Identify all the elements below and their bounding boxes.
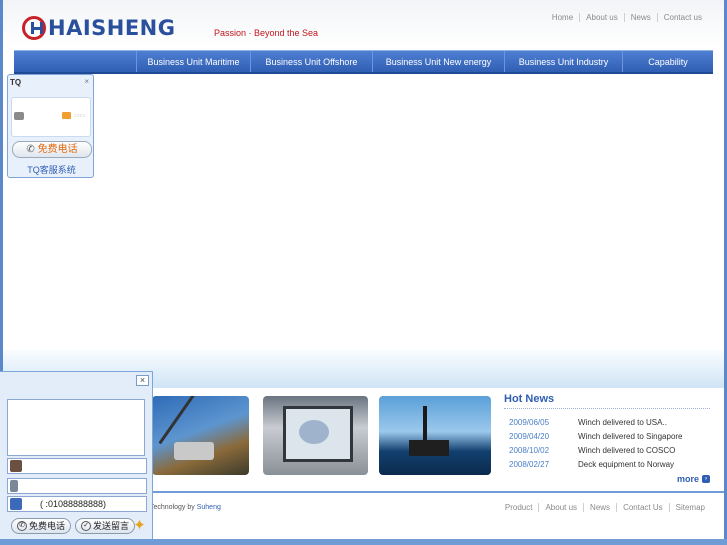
top-link-home[interactable]: Home: [546, 13, 579, 22]
news-title[interactable]: Winch delivered to USA..: [578, 416, 667, 430]
footer-link-contact[interactable]: Contact Us: [616, 503, 669, 512]
message-icon[interactable]: ▭▭: [74, 112, 85, 119]
credit-prefix: Technology by: [150, 504, 195, 511]
phone-icon: ✆: [26, 144, 35, 155]
tq-panel: ▭▭: [11, 97, 91, 137]
free-call-label: 免费电话: [37, 144, 78, 155]
mobile-icon: [10, 480, 18, 492]
footer-link-product[interactable]: Product: [499, 503, 539, 512]
news-title[interactable]: Deck equipment to Norway: [578, 458, 674, 472]
tq-widget: TQ × ▭▭ ✆ 免费电话 TQ客服系统: [7, 74, 94, 178]
hot-news-divider: [504, 408, 710, 409]
free-call-button[interactable]: ✆ 免费电话: [11, 518, 72, 534]
check-icon: ✓: [81, 521, 92, 531]
nav-item-offshore[interactable]: Business Unit Offshore: [250, 51, 372, 72]
nav-item-capability[interactable]: Capability: [622, 51, 713, 72]
free-call-button[interactable]: ✆ 免费电话: [12, 141, 92, 158]
close-icon[interactable]: ×: [136, 375, 149, 386]
send-message-label: 发送留言: [93, 521, 130, 531]
star-icon[interactable]: ✦: [131, 517, 148, 534]
more-link[interactable]: more ›: [677, 474, 711, 484]
list-item[interactable]: 2009/06/05 Winch delivered to USA..: [509, 416, 709, 430]
logo-text: HAISHENG: [48, 16, 176, 40]
footer-link-news[interactable]: News: [583, 503, 616, 512]
news-date: 2009/06/05: [509, 418, 550, 427]
news-list: 2009/06/05 Winch delivered to USA.. 2009…: [509, 416, 709, 472]
send-message-button[interactable]: ✓ 发送留言: [75, 518, 136, 534]
message-textarea[interactable]: [7, 399, 145, 456]
list-item[interactable]: 2008/02/27 Deck equipment to Norway: [509, 458, 709, 472]
more-label: more: [677, 474, 700, 484]
list-item[interactable]: 2009/04/20 Winch delivered to Singapore: [509, 430, 709, 444]
phone-value: ( :01088888888): [40, 499, 107, 509]
footer-links: Product About us News Contact Us Sitemap: [499, 503, 711, 512]
news-title[interactable]: Winch delivered to COSCO: [578, 444, 675, 458]
name-field[interactable]: [7, 458, 147, 474]
news-date: 2008/02/27: [509, 460, 550, 469]
top-link-contact[interactable]: Contact us: [656, 13, 708, 22]
footer-credit: Technology by Suheng: [150, 504, 221, 511]
credit-link[interactable]: Suheng: [197, 504, 221, 511]
main-nav: Business Unit Maritime Business Unit Off…: [14, 50, 713, 74]
bottom-bar: [0, 539, 727, 545]
nav-item-maritime[interactable]: Business Unit Maritime: [136, 51, 250, 72]
news-date: 2009/04/20: [509, 432, 550, 441]
footer-link-about[interactable]: About us: [538, 503, 583, 512]
news-title[interactable]: Winch delivered to Singapore: [578, 430, 683, 444]
photo-crane[interactable]: [152, 396, 249, 475]
footer-link-sitemap[interactable]: Sitemap: [668, 503, 711, 512]
header: HAISHENG Passion · Beyond the Sea Home A…: [3, 0, 724, 48]
news-date: 2008/10/02: [509, 446, 550, 455]
close-icon[interactable]: ×: [84, 77, 89, 86]
mobile-field[interactable]: [7, 478, 147, 494]
top-link-about[interactable]: About us: [579, 13, 624, 22]
chat-icon[interactable]: [14, 112, 24, 120]
phone-field[interactable]: ( :01088888888): [7, 496, 147, 512]
logo-mark-icon: [22, 16, 46, 40]
logo[interactable]: HAISHENG: [22, 16, 176, 40]
phone-icon: [10, 498, 22, 510]
photo-offshore-platform[interactable]: [379, 396, 491, 475]
nav-item-new-energy[interactable]: Business Unit New energy: [372, 51, 504, 72]
hot-news-title: Hot News: [504, 393, 555, 405]
top-link-news[interactable]: News: [623, 13, 657, 22]
top-links: Home About us News Contact us: [546, 13, 708, 22]
arrow-right-icon: ›: [702, 475, 711, 483]
tq-header[interactable]: TQ ×: [8, 75, 93, 90]
tq-system-label: TQ客服系统: [27, 165, 76, 175]
tagline: Passion · Beyond the Sea: [214, 28, 319, 38]
nav-item-industry[interactable]: Business Unit Industry: [504, 51, 622, 72]
phone-icon: ✆: [17, 521, 27, 531]
mail-icon[interactable]: [62, 112, 71, 119]
tq-title: TQ: [10, 78, 22, 87]
list-item[interactable]: 2008/10/02 Winch delivered to COSCO: [509, 444, 709, 458]
user-icon: [10, 460, 22, 472]
free-call-label: 免费电话: [29, 521, 66, 531]
chat-buttons: ✆ 免费电话 ✓ 发送留言: [11, 518, 136, 534]
photo-engineering[interactable]: [263, 396, 368, 475]
